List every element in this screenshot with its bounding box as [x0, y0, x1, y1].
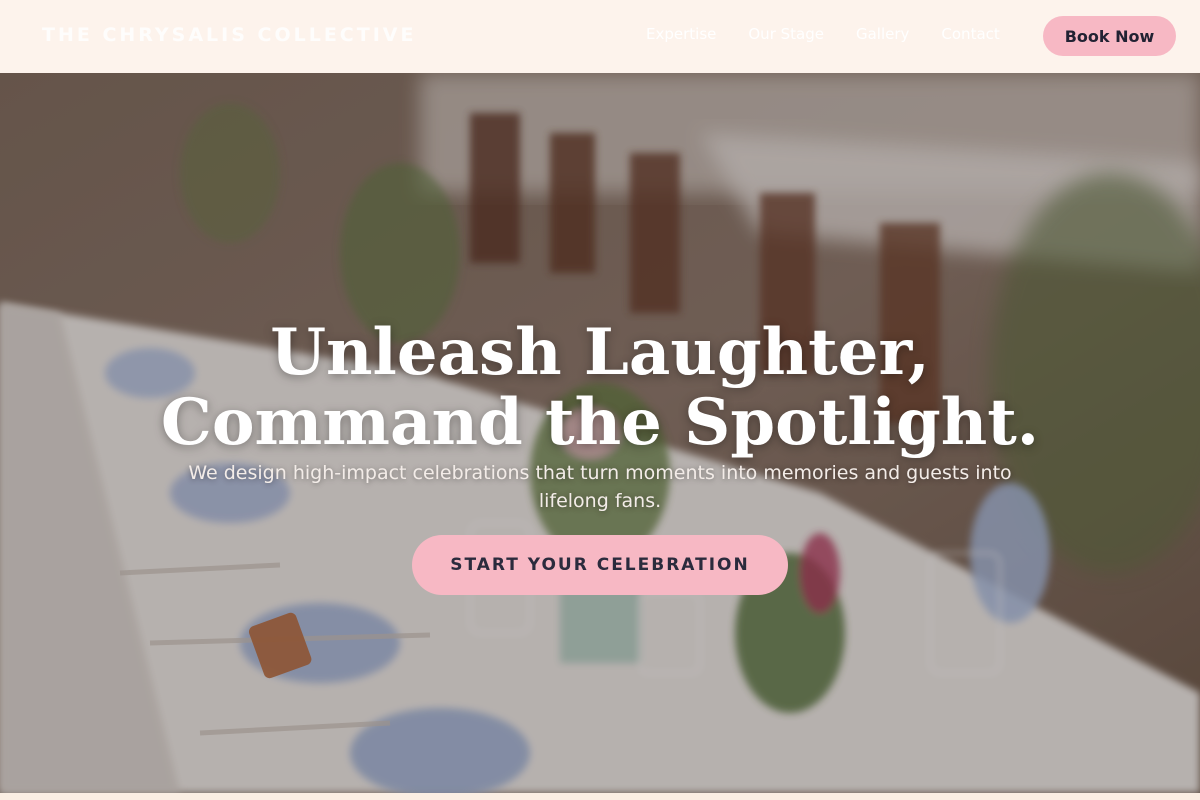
main-nav: Expertise Our Stage Gallery Contact [646, 25, 1000, 43]
nav-expertise[interactable]: Expertise [646, 25, 716, 43]
nav-gallery[interactable]: Gallery [856, 25, 909, 43]
headline-line-1: Unleash Laughter, [270, 314, 930, 390]
hero-subtitle: We design high-impact celebrations that … [188, 462, 1012, 512]
page-bottom-strip [0, 793, 1200, 800]
brand-logo[interactable]: THE CHRYSALIS COLLECTIVE [42, 24, 416, 46]
nav-our-stage[interactable]: Our Stage [748, 25, 824, 43]
hero-headline: Unleash Laughter, Command the Spotlight. [0, 314, 1200, 460]
headline-line-2: Command the Spotlight. [160, 384, 1040, 460]
book-now-button[interactable]: Book Now [1043, 16, 1176, 56]
hero-section: Unleash Laughter, Command the Spotlight.… [0, 73, 1200, 793]
site-header: THE CHRYSALIS COLLECTIVE Expertise Our S… [0, 0, 1200, 73]
nav-contact[interactable]: Contact [941, 25, 999, 43]
start-celebration-button[interactable]: START YOUR CELEBRATION [412, 535, 788, 595]
